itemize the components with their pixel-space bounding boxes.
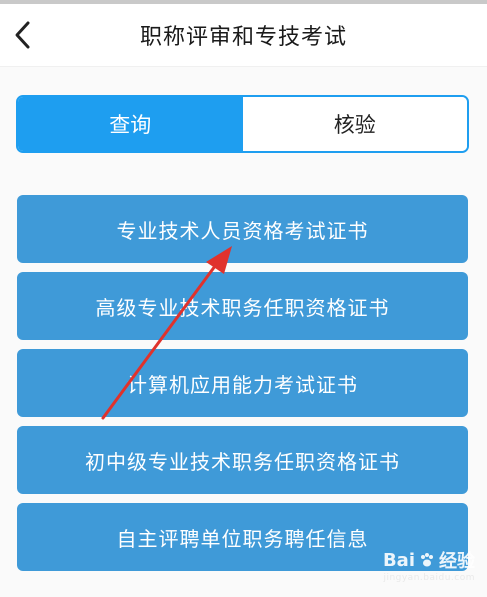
paw-logo-icon — [421, 553, 433, 567]
tab-verify[interactable]: 核验 — [242, 97, 467, 151]
segmented-tabs: 查询 核验 — [16, 95, 469, 153]
baidu-jingyan-watermark: Bai 经验 jingyan.baidu.com — [382, 547, 475, 584]
watermark-brand-suffix: 经验 — [439, 551, 475, 572]
list-item-computer-ability-exam[interactable]: 计算机应用能力考试证书 — [17, 349, 468, 417]
watermark-brand: Bai — [382, 549, 415, 571]
list-item-junior-mid-title-qualification[interactable]: 初中级专业技术职务任职资格证书 — [17, 426, 468, 494]
list-item-senior-title-qualification[interactable]: 高级专业技术职务任职资格证书 — [17, 272, 468, 340]
main-content: 查询 核验 专业技术人员资格考试证书 高级专业技术职务任职资格证书 计算机应用能… — [0, 67, 487, 597]
chevron-left-icon — [15, 21, 30, 49]
app-header: 职称评审和专技考试 — [0, 4, 487, 67]
back-button[interactable] — [6, 12, 40, 58]
page-title: 职称评审和专技考试 — [139, 25, 347, 50]
list-item-professional-qualification-exam[interactable]: 专业技术人员资格考试证书 — [17, 195, 468, 263]
tab-query[interactable]: 查询 — [18, 97, 243, 151]
watermark-url: jingyan.baidu.com — [383, 573, 475, 583]
certificate-list: 专业技术人员资格考试证书 高级专业技术职务任职资格证书 计算机应用能力考试证书 … — [17, 195, 468, 580]
